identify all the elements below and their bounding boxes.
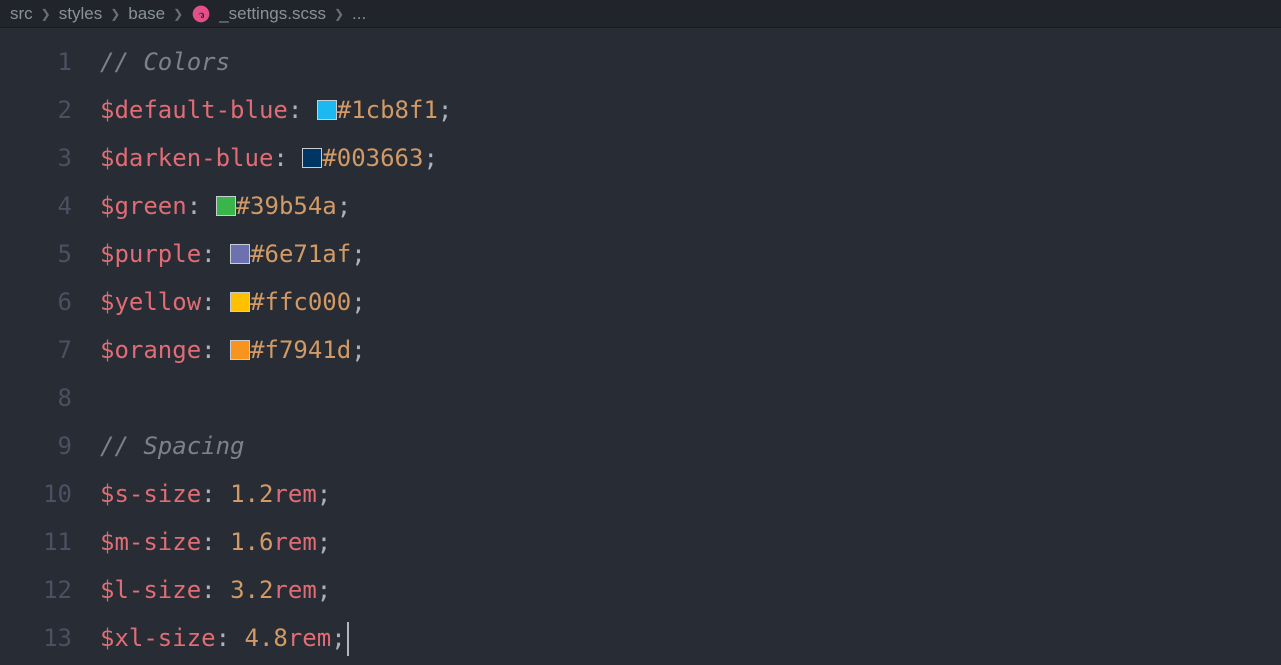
- line-number: 1: [0, 38, 100, 86]
- comment-text: // Colors: [100, 48, 230, 76]
- semicolon: ;: [317, 576, 331, 604]
- color-value: #39b54a: [236, 192, 337, 220]
- colon: :: [187, 192, 216, 220]
- colon: :: [201, 528, 230, 556]
- color-value: #003663: [322, 144, 423, 172]
- chevron-right-icon: ❯: [334, 7, 344, 21]
- colon: :: [216, 624, 245, 652]
- semicolon: ;: [351, 288, 365, 316]
- colon: :: [201, 288, 230, 316]
- breadcrumb-item-styles[interactable]: styles: [59, 4, 102, 24]
- code-line[interactable]: // Colors: [100, 38, 1281, 86]
- line-number: 11: [0, 518, 100, 566]
- breadcrumb-item-base[interactable]: base: [128, 4, 165, 24]
- colon: :: [201, 480, 230, 508]
- chevron-right-icon: ❯: [41, 7, 51, 21]
- color-swatch-icon[interactable]: [230, 292, 250, 312]
- variable-name: $yellow: [100, 288, 201, 316]
- line-number: 6: [0, 278, 100, 326]
- semicolon: ;: [337, 192, 351, 220]
- variable-name: $default-blue: [100, 96, 288, 124]
- variable-name: $l-size: [100, 576, 201, 604]
- breadcrumb[interactable]: src ❯ styles ❯ base ❯ _settings.scss ❯ .…: [0, 0, 1281, 28]
- line-number: 2: [0, 86, 100, 134]
- unit: rem: [288, 624, 331, 652]
- colon: :: [288, 96, 317, 124]
- variable-name: $m-size: [100, 528, 201, 556]
- semicolon: ;: [438, 96, 452, 124]
- text-cursor: [347, 622, 349, 656]
- color-swatch-icon[interactable]: [230, 244, 250, 264]
- line-number: 9: [0, 422, 100, 470]
- line-gutter: 12345678910111213: [0, 28, 100, 665]
- color-value: #1cb8f1: [337, 96, 438, 124]
- semicolon: ;: [331, 624, 345, 652]
- line-number: 7: [0, 326, 100, 374]
- colon: :: [273, 144, 302, 172]
- color-swatch-icon[interactable]: [317, 100, 337, 120]
- semicolon: ;: [317, 480, 331, 508]
- code-line[interactable]: $yellow: #ffc000;: [100, 278, 1281, 326]
- variable-name: $darken-blue: [100, 144, 273, 172]
- code-line[interactable]: $s-size: 1.2rem;: [100, 470, 1281, 518]
- code-line[interactable]: $default-blue: #1cb8f1;: [100, 86, 1281, 134]
- unit: rem: [273, 576, 316, 604]
- line-number: 5: [0, 230, 100, 278]
- code-line[interactable]: $m-size: 1.6rem;: [100, 518, 1281, 566]
- code-line[interactable]: $l-size: 3.2rem;: [100, 566, 1281, 614]
- line-number: 3: [0, 134, 100, 182]
- line-number: 4: [0, 182, 100, 230]
- number-value: 3.2: [230, 576, 273, 604]
- number-value: 4.8: [245, 624, 288, 652]
- color-swatch-icon[interactable]: [302, 148, 322, 168]
- colon: :: [201, 336, 230, 364]
- color-value: #ffc000: [250, 288, 351, 316]
- number-value: 1.6: [230, 528, 273, 556]
- variable-name: $green: [100, 192, 187, 220]
- color-swatch-icon[interactable]: [230, 340, 250, 360]
- code-line[interactable]: $darken-blue: #003663;: [100, 134, 1281, 182]
- semicolon: ;: [351, 240, 365, 268]
- color-value: #f7941d: [250, 336, 351, 364]
- colon: :: [201, 240, 230, 268]
- code-line[interactable]: $purple: #6e71af;: [100, 230, 1281, 278]
- code-line[interactable]: // Spacing: [100, 422, 1281, 470]
- code-editor[interactable]: 12345678910111213 // Colors$default-blue…: [0, 28, 1281, 665]
- color-swatch-icon[interactable]: [216, 196, 236, 216]
- code-line[interactable]: [100, 374, 1281, 422]
- variable-name: $orange: [100, 336, 201, 364]
- line-number: 8: [0, 374, 100, 422]
- comment-text: // Spacing: [100, 432, 245, 460]
- breadcrumb-item-src[interactable]: src: [10, 4, 33, 24]
- sass-file-icon: [191, 4, 211, 24]
- code-line[interactable]: $xl-size: 4.8rem;: [100, 614, 1281, 662]
- breadcrumb-item-more[interactable]: ...: [352, 4, 366, 24]
- semicolon: ;: [423, 144, 437, 172]
- line-number: 13: [0, 614, 100, 662]
- semicolon: ;: [351, 336, 365, 364]
- number-value: 1.2: [230, 480, 273, 508]
- chevron-right-icon: ❯: [110, 7, 120, 21]
- semicolon: ;: [317, 528, 331, 556]
- line-number: 10: [0, 470, 100, 518]
- variable-name: $xl-size: [100, 624, 216, 652]
- code-line[interactable]: $orange: #f7941d;: [100, 326, 1281, 374]
- color-value: #6e71af: [250, 240, 351, 268]
- colon: :: [201, 576, 230, 604]
- code-content[interactable]: // Colors$default-blue: #1cb8f1;$darken-…: [100, 28, 1281, 665]
- unit: rem: [273, 528, 316, 556]
- variable-name: $purple: [100, 240, 201, 268]
- line-number: 12: [0, 566, 100, 614]
- variable-name: $s-size: [100, 480, 201, 508]
- code-line[interactable]: $green: #39b54a;: [100, 182, 1281, 230]
- unit: rem: [273, 480, 316, 508]
- breadcrumb-item-file[interactable]: _settings.scss: [219, 4, 326, 24]
- chevron-right-icon: ❯: [173, 7, 183, 21]
